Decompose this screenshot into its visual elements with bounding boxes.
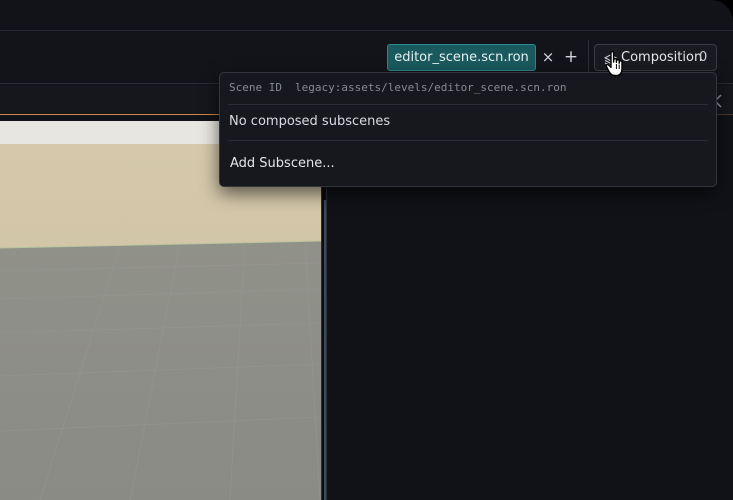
scene-tab-editor-scene[interactable]: editor_scene.scn.ron [387, 44, 536, 71]
scene-id-value: legacy:assets/levels/editor_scene.scn.ro… [295, 81, 567, 94]
hand-pointer-icon [605, 50, 629, 84]
toolbar-divider [588, 40, 589, 75]
scene-id-row: Scene ID legacy:assets/levels/editor_sce… [229, 79, 709, 97]
close-tab-button[interactable]: × [540, 44, 556, 71]
add-subscene-button[interactable]: Add Subscene... [230, 156, 335, 171]
composition-popover: Scene ID legacy:assets/levels/editor_sce… [219, 72, 717, 187]
splitter-accent [324, 200, 326, 500]
composition-label: Composition [621, 50, 703, 65]
popover-divider [228, 104, 708, 105]
popover-divider [228, 140, 708, 141]
composition-count: 0 [699, 50, 708, 65]
add-tab-button[interactable]: + [563, 44, 579, 71]
editor-window: editor_scene.scn.ron × + Composition 0 S… [0, 0, 733, 500]
title-bar [0, 0, 733, 31]
scene-id-label: Scene ID [229, 81, 282, 94]
no-subscenes-message: No composed subscenes [229, 114, 391, 129]
